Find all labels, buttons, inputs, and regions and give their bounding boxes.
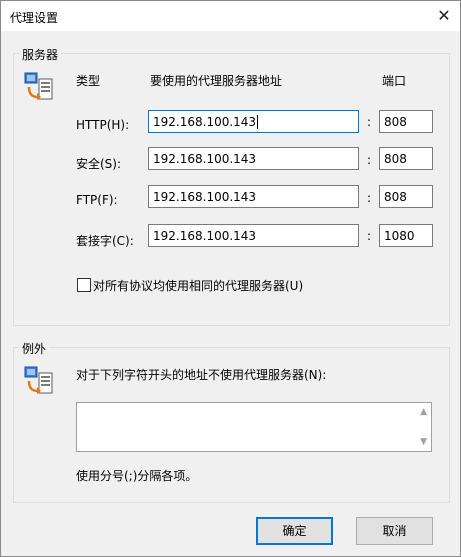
ftp-address-input[interactable]: 192.168.100.143 — [148, 185, 359, 208]
socks-address-input[interactable]: 192.168.100.143 — [148, 224, 359, 247]
network-computer-icon — [24, 366, 53, 394]
secure-address-value: 192.168.100.143 — [153, 152, 257, 166]
window-title: 代理设置 — [10, 11, 59, 25]
ftp-address-value: 192.168.100.143 — [153, 190, 257, 204]
http-address-value: 192.168.100.143 — [153, 115, 257, 129]
socks-label: 套接字(C): — [76, 234, 134, 248]
socks-address-value: 192.168.100.143 — [153, 229, 257, 243]
exceptions-group-label: 例外 — [19, 340, 50, 357]
column-header-port: 端口 — [382, 74, 407, 88]
text-caret — [257, 115, 259, 129]
exceptions-textarea[interactable]: ▲ ▼ — [76, 402, 432, 452]
scroll-down-icon[interactable]: ▼ — [420, 437, 427, 447]
column-header-address: 要使用的代理服务器地址 — [150, 74, 283, 88]
http-label: HTTP(H): — [76, 118, 130, 132]
http-port-value: 808 — [384, 115, 407, 129]
secure-label: 安全(S): — [76, 157, 122, 171]
network-computer-icon — [24, 72, 53, 100]
port-separator: : — [367, 115, 372, 129]
secure-address-input[interactable]: 192.168.100.143 — [148, 147, 359, 170]
title-bar: 代理设置 ✕ — [1, 1, 460, 31]
ok-button[interactable]: 确定 — [256, 517, 333, 545]
socks-port-input[interactable]: 1080 — [379, 224, 433, 247]
http-address-input[interactable]: 192.168.100.143 — [148, 110, 359, 133]
http-port-input[interactable]: 808 — [379, 110, 433, 133]
secure-port-input[interactable]: 808 — [379, 147, 433, 170]
socks-port-value: 1080 — [384, 229, 415, 243]
port-separator: : — [367, 153, 372, 167]
cancel-button[interactable]: 取消 — [356, 517, 433, 545]
port-separator: : — [367, 191, 372, 205]
proxy-settings-dialog: 代理设置 ✕ 服务器 类型 要使用的代理服务器地址 端口 HTTP(H): 19… — [0, 0, 461, 557]
column-header-type: 类型 — [76, 74, 101, 88]
servers-group-label: 服务器 — [19, 46, 62, 63]
ftp-label: FTP(F): — [76, 193, 118, 207]
same-proxy-label[interactable]: 对所有协议均使用相同的代理服务器(U) — [93, 277, 303, 294]
exceptions-instruction: 对于下列字符开头的地址不使用代理服务器(N): — [76, 368, 327, 382]
same-proxy-checkbox[interactable] — [77, 278, 91, 292]
scroll-up-icon[interactable]: ▲ — [420, 407, 427, 417]
ftp-port-value: 808 — [384, 190, 407, 204]
exceptions-hint: 使用分号(;)分隔各项。 — [76, 469, 198, 483]
secure-port-value: 808 — [384, 152, 407, 166]
port-separator: : — [367, 229, 372, 243]
ftp-port-input[interactable]: 808 — [379, 185, 433, 208]
close-icon[interactable]: ✕ — [433, 5, 455, 27]
